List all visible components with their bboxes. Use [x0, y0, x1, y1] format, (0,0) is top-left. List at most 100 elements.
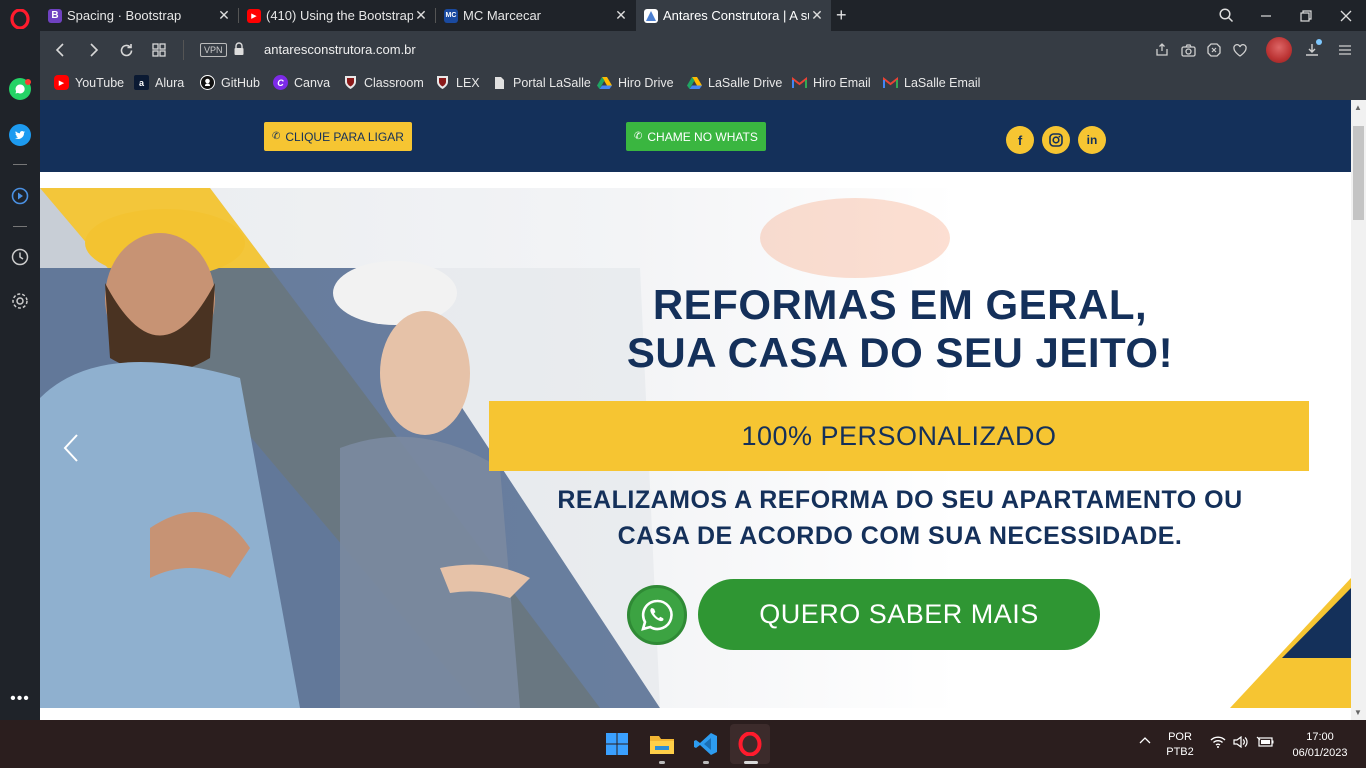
whatsapp-icon[interactable] [627, 585, 687, 645]
whatsapp-button[interactable]: ✆ CHAME NO WHATS [626, 122, 766, 151]
bookmark-youtube[interactable]: ▶ YouTube [54, 75, 124, 90]
battery-icon[interactable] [1256, 736, 1274, 751]
tab-grid-icon[interactable] [148, 39, 170, 61]
system-clock[interactable]: 17:00 06/01/2023 [1288, 729, 1352, 761]
volume-icon[interactable] [1233, 735, 1249, 751]
lock-icon[interactable] [234, 42, 244, 56]
bookmark-canva[interactable]: C Canva [273, 75, 330, 90]
settings-gear-icon[interactable] [9, 290, 31, 312]
alura-icon: a [134, 75, 149, 90]
page-icon [492, 75, 507, 90]
linkedin-icon[interactable]: in [1078, 126, 1106, 154]
bootstrap-icon: B [48, 8, 62, 23]
bookmark-classroom[interactable]: Classroom [343, 75, 424, 90]
vpn-badge[interactable]: VPN [200, 43, 227, 57]
opera-logo-icon[interactable] [9, 8, 31, 30]
close-icon[interactable]: ✕ [809, 7, 825, 24]
hero-subheadline: REALIZAMOS A REFORMA DO SEU APARTAMENTO … [490, 482, 1310, 554]
bookmark-lex[interactable]: LEX [435, 75, 480, 90]
bookmark-hiro-email[interactable]: Hiro Email [792, 75, 871, 90]
heart-icon[interactable] [1232, 42, 1248, 58]
running-indicator [703, 761, 709, 764]
keyboard-layout: PTB2 [1166, 746, 1194, 758]
tab-bootstrap-spacing[interactable]: B Spacing · Bootstrap ✕ [40, 0, 238, 31]
sidebar-divider [13, 164, 27, 165]
bookmark-label: Hiro Drive [618, 75, 674, 90]
tab-mc-marcecar[interactable]: MC MC Marcecar ✕ [436, 0, 635, 31]
wifi-icon[interactable] [1210, 736, 1226, 751]
reload-icon[interactable] [115, 39, 137, 61]
lasalle-shield-icon [343, 75, 358, 90]
adblock-icon[interactable] [1206, 42, 1222, 58]
tab-title: Spacing · Bootstrap [67, 8, 182, 23]
clock-time: 17:00 [1306, 731, 1334, 743]
hero-headline: REFORMAS EM GERAL, SUA CASA DO SEU JEITO… [490, 281, 1310, 377]
close-icon[interactable]: ✕ [613, 7, 629, 24]
hero-banner: REFORMAS EM GERAL, SUA CASA DO SEU JEITO… [40, 188, 1351, 708]
player-icon[interactable] [9, 185, 31, 207]
history-icon[interactable] [9, 246, 31, 268]
camera-icon[interactable] [1180, 42, 1196, 58]
tagline-text: 100% PERSONALIZADO [741, 420, 1057, 451]
page-scrollbar[interactable]: ▲ ▼ [1351, 100, 1366, 720]
share-icon[interactable] [1154, 42, 1170, 58]
phone-icon: ✆ [634, 131, 643, 142]
bookmark-portal-lasalle[interactable]: Portal LaSalle [492, 75, 591, 90]
carousel-prev-icon[interactable] [62, 433, 82, 463]
easy-setup-menu-icon[interactable] [1337, 42, 1353, 58]
bookmark-alura[interactable]: a Alura [134, 75, 184, 90]
toolbar-divider [183, 40, 184, 60]
input-language[interactable]: POR PTB2 [1162, 730, 1198, 760]
web-page: ✆ CLIQUE PARA LIGAR ✆ CHAME NO WHATS f i… [40, 100, 1366, 720]
sidebar-divider [13, 226, 27, 227]
restore-icon[interactable] [1286, 0, 1326, 31]
search-tabs-icon[interactable] [1206, 0, 1246, 31]
vscode-icon[interactable] [693, 731, 719, 757]
opera-taskbar-icon[interactable] [737, 731, 763, 757]
windows-taskbar: POR PTB2 17:00 06/01/2023 [0, 720, 1366, 768]
instagram-icon[interactable] [1042, 126, 1070, 154]
windows-start-icon[interactable] [604, 731, 630, 757]
forward-icon[interactable] [82, 39, 104, 61]
learn-more-button[interactable]: QUERO SABER MAIS [698, 579, 1100, 650]
scroll-thumb[interactable] [1353, 126, 1364, 220]
learn-more-label: QUERO SABER MAIS [759, 599, 1039, 629]
close-window-icon[interactable] [1326, 0, 1366, 31]
twitter-icon[interactable] [9, 124, 31, 146]
tagline-band: 100% PERSONALIZADO [489, 401, 1309, 471]
whatsapp-button-label: CHAME NO WHATS [647, 129, 758, 144]
bookmark-label: Alura [155, 75, 185, 90]
tab-antares-construtora[interactable]: Antares Construtora | A sua ✕ [636, 0, 831, 31]
call-button[interactable]: ✆ CLIQUE PARA LIGAR [264, 122, 412, 151]
gmail-icon [792, 75, 807, 90]
profile-avatar[interactable] [1266, 37, 1292, 63]
youtube-icon: ▶ [247, 8, 261, 23]
language-code: POR [1168, 731, 1192, 743]
headline-line-2: SUA CASA DO SEU JEITO! [626, 329, 1174, 376]
show-hidden-icons[interactable] [1139, 735, 1151, 747]
url-field[interactable]: antaresconstrutora.com.br [264, 42, 416, 57]
subheadline-line-2: CASA DE ACORDO COM SUA NECESSIDADE. [617, 522, 1183, 550]
bookmark-lasalle-email[interactable]: LaSalle Email [883, 75, 980, 90]
github-icon [200, 75, 215, 90]
lasalle-shield-icon [435, 75, 450, 90]
running-indicator [659, 761, 665, 764]
file-explorer-icon[interactable] [649, 731, 675, 757]
new-tab-button[interactable]: + [836, 0, 856, 31]
more-options-icon[interactable]: ••• [9, 688, 31, 710]
youtube-icon: ▶ [54, 75, 69, 90]
facebook-icon[interactable]: f [1006, 126, 1034, 154]
bookmark-github[interactable]: GitHub [200, 75, 260, 90]
close-icon[interactable]: ✕ [216, 7, 232, 24]
canva-icon: C [273, 75, 288, 90]
bookmark-label: Portal LaSalle [513, 75, 591, 90]
call-button-label: CLIQUE PARA LIGAR [285, 129, 404, 144]
tab-youtube-bootstrap[interactable]: ▶ (410) Using the Bootstrap 4 ✕ [239, 0, 435, 31]
scroll-down-arrow-icon[interactable]: ▼ [1354, 708, 1363, 717]
bookmark-hiro-drive[interactable]: Hiro Drive [597, 75, 674, 90]
bookmark-lasalle-drive[interactable]: LaSalle Drive [687, 75, 782, 90]
scroll-up-arrow-icon[interactable]: ▲ [1354, 103, 1363, 112]
close-icon[interactable]: ✕ [413, 7, 429, 24]
back-icon[interactable] [50, 39, 72, 61]
minimize-icon[interactable] [1246, 0, 1286, 31]
